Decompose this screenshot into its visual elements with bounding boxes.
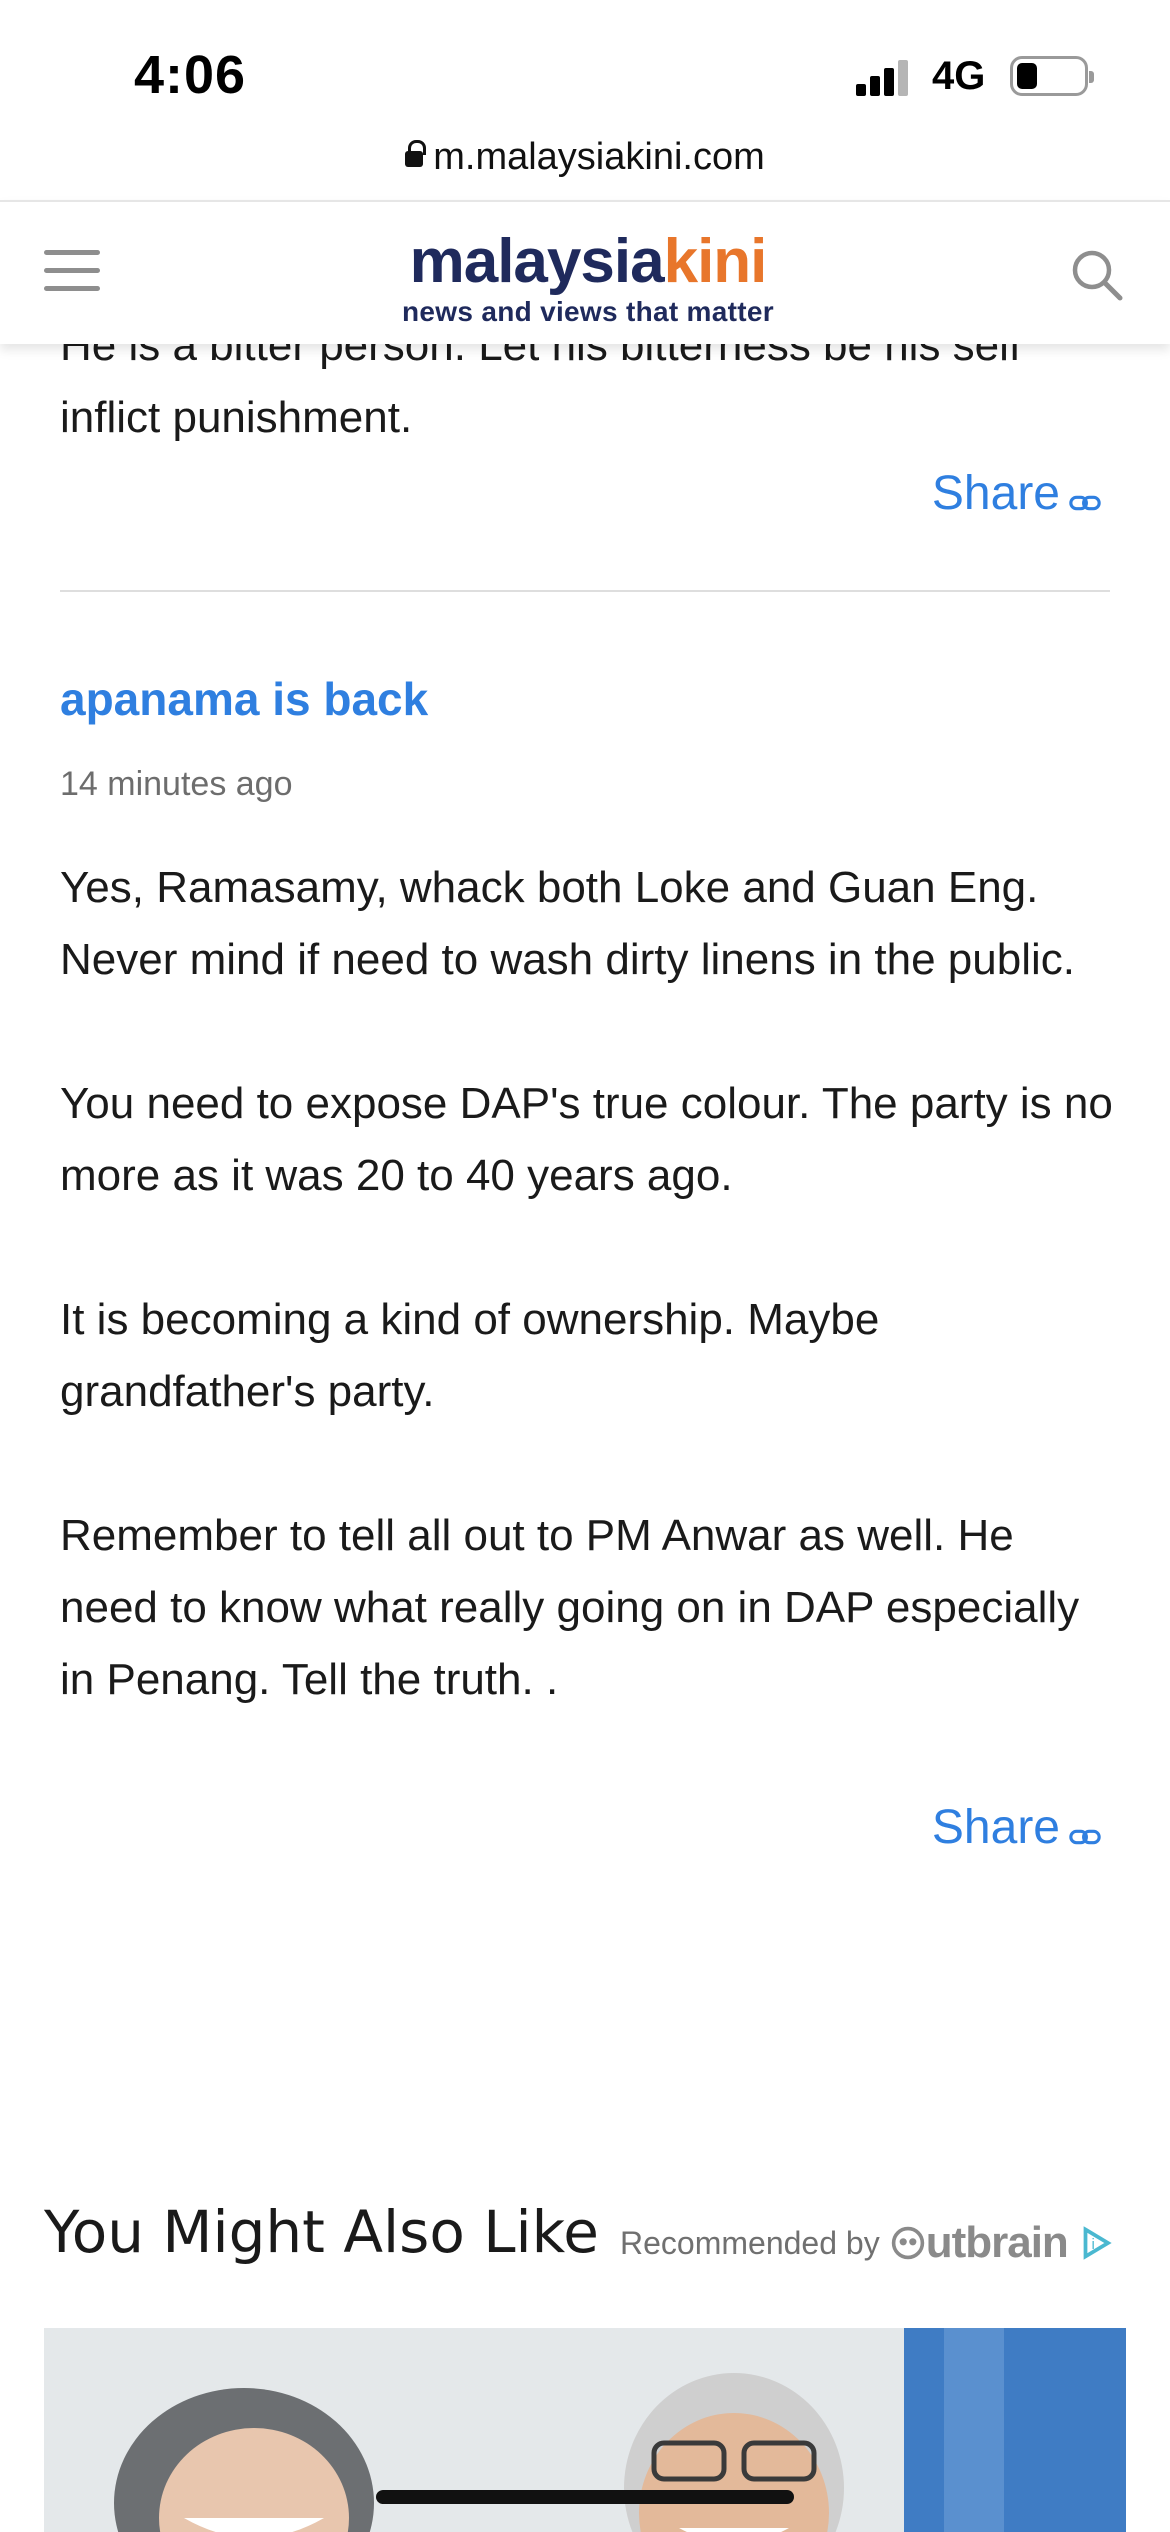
browser-url-bar[interactable]: m.malaysiakini.com [0,136,1170,179]
svg-text:i: i [1091,2236,1094,2253]
comment-paragraph: Yes, Ramasamy, whack both Loke and Guan … [60,863,1075,984]
previous-comment-line-2: inflict punishment. [60,393,413,442]
lock-icon [405,140,427,167]
comment-paragraph: Remember to tell all out to PM Anwar as … [60,1511,1080,1704]
logo-part-malaysia: malaysia [409,227,665,296]
home-indicator [376,2490,794,2504]
share-label: Share [931,467,1060,520]
outbrain-logo: utbrain [890,2218,1069,2268]
link-icon [1068,477,1102,511]
logo-tagline: news and views that matter [402,296,774,327]
hamburger-menu-icon[interactable] [44,250,100,298]
network-type: 4G [932,54,986,98]
comment-timestamp: 14 minutes ago [60,765,293,803]
url-text: m.malaysiakini.com [433,136,765,178]
comment-divider [60,590,1110,592]
search-icon[interactable] [1070,248,1124,302]
site-logo[interactable]: malaysiakini news and views that matter [388,230,788,328]
logo-part-kini: kini [663,227,768,296]
recommended-by[interactable]: Recommended by utbrain i [620,2218,1114,2268]
recommended-by-label: Recommended by [620,2224,880,2261]
link-icon [1068,1811,1102,1845]
status-bar: 4:06 4G m.malaysiakini.com [0,0,1170,178]
comment-body: Yes, Ramasamy, whack both Loke and Guan … [60,852,1120,1716]
battery-low-icon [1010,56,1094,96]
comment-author[interactable]: apanama is back [60,672,428,726]
comment-share-button[interactable]: Share [932,1800,1102,1855]
status-time: 4:06 [134,45,247,105]
previous-comment-share-button[interactable]: Share [932,466,1102,521]
signal-bars-icon [856,60,908,96]
adchoices-icon[interactable]: i [1078,2225,1114,2261]
page-content: He is a bitter person. Let his bitternes… [0,0,1170,2532]
comment-paragraph: You need to expose DAP's true colour. Th… [60,1079,1113,1200]
recommendations-title: You Might Also Like [44,2198,599,2266]
share-label: Share [931,1801,1060,1854]
outbrain-eyes-icon [891,2226,924,2260]
site-header: malaysiakini news and views that matter [0,200,1170,344]
comment-paragraph: It is becoming a kind of ownership. Mayb… [60,1295,880,1416]
